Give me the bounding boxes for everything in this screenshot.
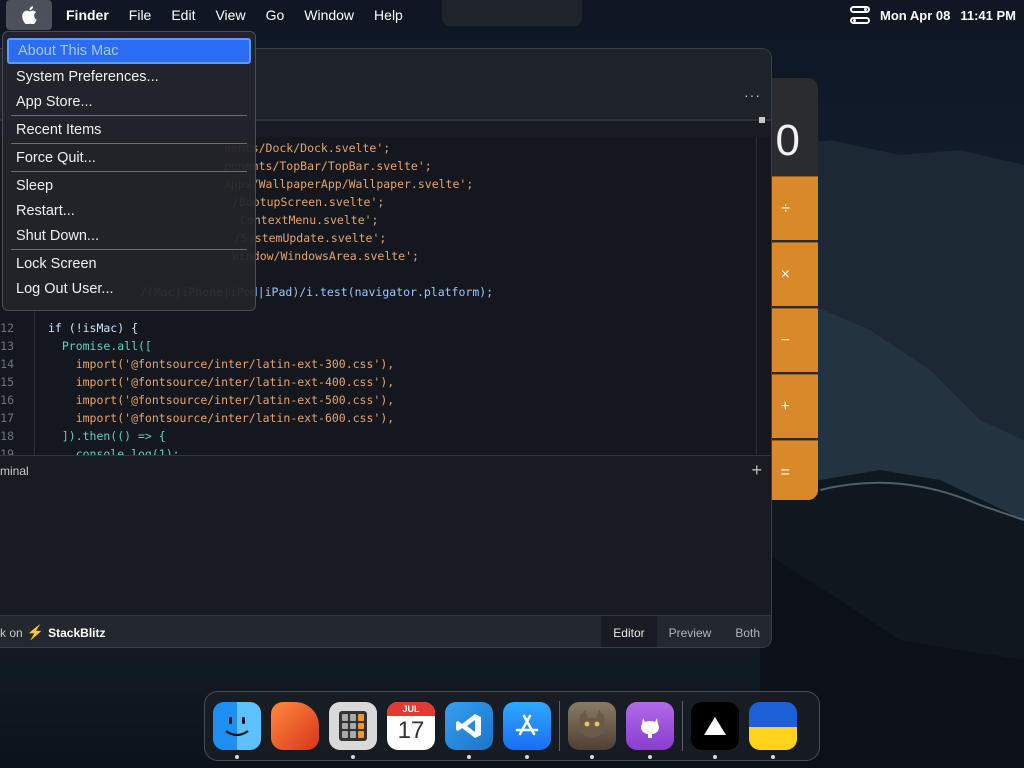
apple-logo-icon bbox=[22, 6, 37, 24]
menu-item-app-store[interactable]: App Store... bbox=[3, 89, 255, 114]
dock-calculator-icon[interactable] bbox=[329, 702, 377, 759]
dock-vercel-icon[interactable] bbox=[691, 702, 739, 759]
menu-separator bbox=[11, 249, 247, 250]
dock: JUL 17 bbox=[204, 691, 820, 761]
menu-item-about-this-mac[interactable]: About This Mac bbox=[7, 38, 251, 64]
add-terminal-icon[interactable]: + bbox=[751, 460, 762, 481]
calendar-month: JUL bbox=[387, 702, 435, 716]
dock-separator bbox=[682, 701, 683, 751]
running-indicator bbox=[235, 755, 239, 759]
finder-face-icon bbox=[225, 717, 249, 737]
menu-item-system-preferences[interactable]: System Preferences... bbox=[3, 64, 255, 89]
more-options-icon[interactable]: ··· bbox=[744, 87, 761, 103]
dock-office-icon[interactable] bbox=[271, 702, 319, 750]
stackblitz-bolt-icon: ⚡ bbox=[26, 624, 45, 640]
terminal-tab[interactable]: rminal bbox=[0, 464, 29, 478]
menu-file[interactable]: File bbox=[119, 0, 162, 30]
running-indicator bbox=[648, 755, 652, 759]
vercel-triangle-icon bbox=[704, 717, 726, 735]
menu-separator bbox=[11, 143, 247, 144]
running-indicator bbox=[525, 755, 529, 759]
stackblitz-link[interactable]: rk on ⚡ StackBlitz bbox=[0, 624, 105, 641]
menu-app-name[interactable]: Finder bbox=[56, 0, 119, 30]
app-store-logo-icon bbox=[515, 714, 539, 736]
running-indicator bbox=[467, 755, 471, 759]
control-center-icon[interactable] bbox=[850, 6, 871, 24]
menu-bar-date[interactable]: Mon Apr 08 bbox=[880, 8, 950, 23]
dock-separator bbox=[559, 701, 560, 751]
menu-item-lock-screen[interactable]: Lock Screen bbox=[3, 251, 255, 276]
editor-scroll-indicator[interactable] bbox=[759, 117, 765, 123]
editor-footer: rk on ⚡ StackBlitz Editor Preview Both bbox=[0, 615, 771, 647]
menu-bar-status: Mon Apr 08 11:41 PM bbox=[850, 0, 1016, 30]
github-logo-icon bbox=[641, 718, 659, 738]
scrollbar-track[interactable] bbox=[756, 137, 757, 455]
tab-editor[interactable]: Editor bbox=[601, 616, 657, 647]
running-indicator bbox=[713, 755, 717, 759]
tab-both[interactable]: Both bbox=[723, 616, 771, 647]
menu-item-shut-down[interactable]: Shut Down... bbox=[3, 223, 255, 248]
menu-window[interactable]: Window bbox=[294, 0, 364, 30]
dock-vscode-icon[interactable] bbox=[445, 702, 493, 759]
menu-item-log-out[interactable]: Log Out User... bbox=[3, 276, 255, 301]
running-indicator bbox=[590, 755, 594, 759]
menu-separator bbox=[11, 115, 247, 116]
dock-cat-icon[interactable] bbox=[568, 702, 616, 759]
tab-preview[interactable]: Preview bbox=[657, 616, 724, 647]
dock-finder-icon[interactable] bbox=[213, 702, 261, 759]
dock-ukraine-flag-icon[interactable] bbox=[749, 702, 797, 759]
calendar-day: 17 bbox=[397, 717, 425, 744]
terminal-body[interactable] bbox=[0, 485, 771, 615]
apple-menu-dropdown: About This Mac System Preferences... App… bbox=[2, 31, 256, 311]
menu-bar: Finder File Edit View Go Window Help Mon… bbox=[0, 0, 1024, 30]
menu-item-sleep[interactable]: Sleep bbox=[3, 173, 255, 198]
menu-item-restart[interactable]: Restart... bbox=[3, 198, 255, 223]
footer-prefix: rk on bbox=[0, 625, 23, 640]
dock-calendar-icon[interactable]: JUL 17 bbox=[387, 702, 435, 750]
terminal-panel-header: rminal + bbox=[0, 455, 771, 485]
menu-item-recent-items[interactable]: Recent Items bbox=[3, 117, 255, 142]
menu-help[interactable]: Help bbox=[364, 0, 413, 30]
menu-separator bbox=[11, 171, 247, 172]
running-indicator bbox=[771, 755, 775, 759]
dock-github-icon[interactable] bbox=[626, 702, 674, 759]
apple-menu-button[interactable] bbox=[6, 0, 52, 30]
menu-bar-time[interactable]: 11:41 PM bbox=[960, 8, 1016, 23]
menu-item-force-quit[interactable]: Force Quit... bbox=[3, 145, 255, 170]
running-indicator bbox=[351, 755, 355, 759]
menu-bar-notch bbox=[442, 0, 582, 26]
view-mode-tabs: Editor Preview Both bbox=[601, 616, 771, 647]
dock-app-store-icon[interactable] bbox=[503, 702, 551, 759]
menu-edit[interactable]: Edit bbox=[161, 0, 205, 30]
menu-go[interactable]: Go bbox=[256, 0, 295, 30]
footer-brand-name: StackBlitz bbox=[48, 625, 106, 640]
menu-view[interactable]: View bbox=[205, 0, 255, 30]
cat-picture-icon bbox=[579, 710, 605, 737]
vscode-logo-icon bbox=[456, 714, 481, 738]
